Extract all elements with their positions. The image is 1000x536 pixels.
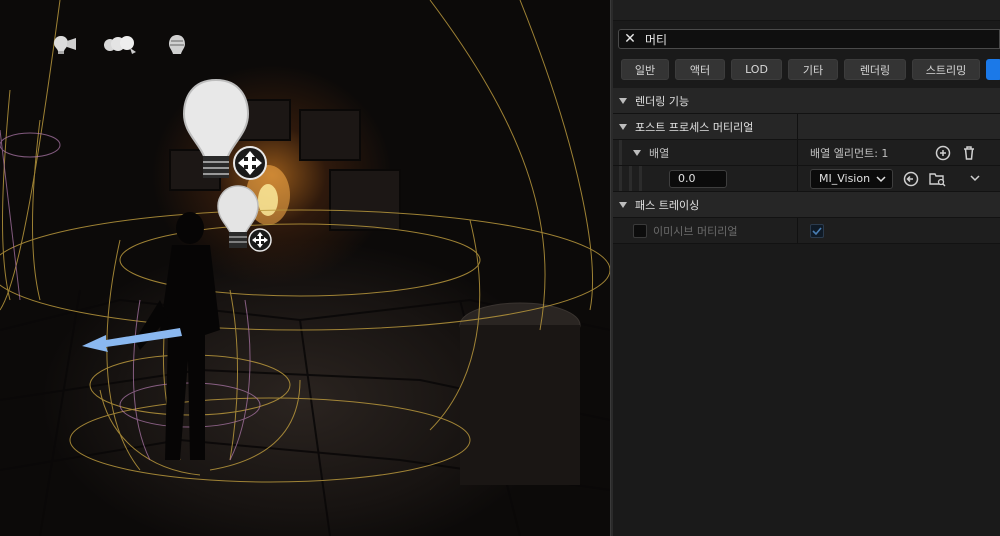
array-label: 배열	[649, 146, 670, 160]
filter-general-button[interactable]: 일반	[621, 59, 669, 80]
value-column	[797, 218, 824, 243]
details-tree: 렌더링 기능 포스트 프로세스 머티리얼 배열 배열 엘리먼트: 1 0.0 M…	[613, 88, 1000, 244]
indent-guide	[619, 166, 622, 191]
array-property-row[interactable]: 배열 배열 엘리먼트: 1	[613, 140, 1000, 166]
details-search-field[interactable]: ✕ 머티	[618, 29, 1000, 49]
details-header	[613, 0, 1000, 21]
array-elements-count: 배열 엘리먼트: 1	[810, 146, 889, 160]
category-post-process-materials[interactable]: 포스트 프로세스 머티리얼	[613, 114, 1000, 140]
expand-arrow-icon[interactable]	[633, 149, 641, 156]
indent-guide	[629, 166, 632, 191]
expand-arrow-icon[interactable]	[619, 97, 627, 104]
viewport-scene	[0, 0, 610, 536]
use-selected-asset-icon[interactable]	[903, 171, 919, 187]
filter-streaming-button[interactable]: 스트리밍	[912, 59, 980, 80]
indent-guide	[639, 166, 642, 191]
material-asset-name: MI_Vision	[819, 172, 871, 185]
material-asset-combo[interactable]: MI_Vision	[810, 168, 894, 189]
filter-misc-button[interactable]: 기타	[788, 59, 838, 80]
delete-all-icon[interactable]	[961, 145, 977, 161]
emissive-material-checkbox[interactable]	[810, 223, 824, 238]
value-column	[797, 114, 810, 139]
category-label: 패스 트레이싱	[635, 198, 700, 212]
emissive-material-row[interactable]: 이미시브 머티리얼	[613, 218, 1000, 244]
category-rendering-features[interactable]: 렌더링 기능	[613, 88, 1000, 114]
level-viewport[interactable]	[0, 0, 610, 536]
emissive-material-label: 이미시브 머티리얼	[653, 224, 738, 238]
filter-actor-button[interactable]: 액터	[675, 59, 725, 80]
value-column: 배열 엘리먼트: 1	[797, 140, 888, 165]
point-light-icon[interactable]	[52, 33, 78, 57]
array-element-row[interactable]: 0.0 MI_Vision	[613, 166, 1000, 192]
indent-guide	[619, 140, 622, 165]
clear-search-icon[interactable]: ✕	[619, 31, 641, 47]
chevron-down-icon	[876, 175, 886, 182]
search-input[interactable]: 머티	[641, 31, 667, 48]
value-column: MI_Vision	[797, 166, 894, 191]
category-label: 포스트 프로세스 머티리얼	[635, 120, 754, 134]
browse-asset-icon[interactable]	[929, 171, 947, 187]
emissive-override-checkbox[interactable]	[633, 223, 647, 238]
filter-all-button[interactable]	[986, 59, 1000, 80]
details-panel: ✕ 머티 일반 액터 LOD 기타 렌더링 스트리밍 렌더링 기능 포스트 프로…	[613, 0, 1000, 536]
weight-number-field[interactable]: 0.0	[669, 169, 727, 188]
filter-lod-button[interactable]: LOD	[731, 59, 782, 80]
category-label: 렌더링 기능	[635, 94, 690, 108]
expand-arrow-icon[interactable]	[619, 123, 627, 130]
filter-rendering-button[interactable]: 렌더링	[844, 59, 906, 80]
add-element-icon[interactable]	[935, 145, 951, 161]
sky-light-icon[interactable]	[166, 33, 188, 57]
category-path-tracing[interactable]: 패스 트레이싱	[613, 192, 1000, 218]
filter-buttons: 일반 액터 LOD 기타 렌더링 스트리밍	[621, 59, 1000, 80]
expand-element-icon[interactable]	[969, 173, 981, 183]
expand-arrow-icon[interactable]	[619, 201, 627, 208]
spot-light-group-icon[interactable]	[102, 33, 138, 57]
